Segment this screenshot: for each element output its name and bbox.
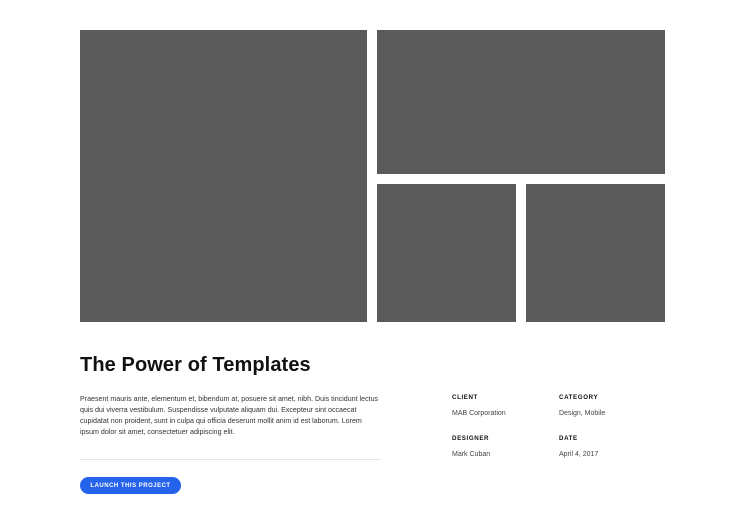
project-description: Praesent mauris ante, elementum et, bibe…	[80, 395, 379, 437]
gallery-image-small[interactable]	[377, 184, 516, 322]
client-label: CLIENT	[452, 394, 478, 401]
date-label: DATE	[559, 435, 578, 442]
project-title: The Power of Templates	[80, 354, 311, 376]
category-label: CATEGORY	[559, 394, 599, 401]
divider	[80, 459, 381, 460]
designer-label: DESIGNER	[452, 435, 490, 442]
gallery-image-large[interactable]	[80, 30, 367, 322]
category-value: Design, Mobile	[559, 410, 606, 417]
gallery-image-wide[interactable]	[377, 30, 665, 174]
client-value: MAB Corporation	[452, 410, 506, 417]
launch-project-button[interactable]: Launch This Project	[80, 477, 181, 494]
date-value: April 4, 2017	[559, 451, 599, 458]
designer-value: Mark Cuban	[452, 451, 491, 458]
gallery-image-small[interactable]	[526, 184, 665, 322]
